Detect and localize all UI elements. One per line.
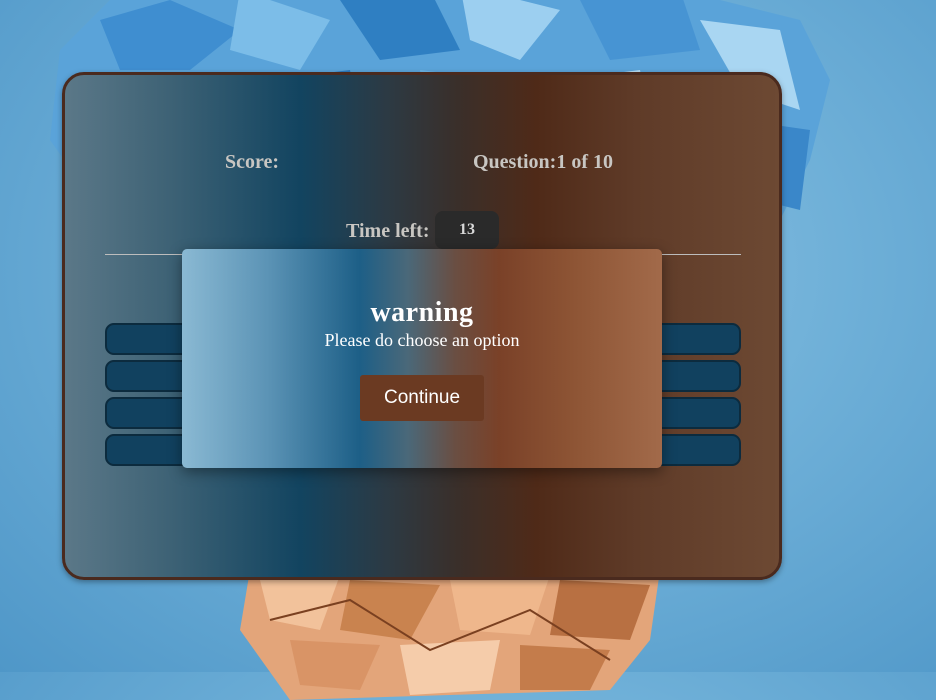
score-display: Score: [225, 151, 279, 174]
question-label: Question: [473, 151, 557, 173]
modal-title: warning [370, 297, 474, 328]
question-progress: 1 of 10 [556, 151, 614, 173]
warning-modal: warning Please do choose an option Conti… [182, 249, 662, 468]
time-left-label: Time left: [346, 220, 430, 242]
timer-box: 13 [435, 211, 499, 249]
score-label: Score: [225, 151, 280, 173]
crumpled-orange-paper [240, 570, 660, 700]
continue-button[interactable]: Continue [360, 375, 484, 421]
timer-value: 13 [459, 221, 475, 238]
modal-message: Please do choose an option [324, 330, 520, 350]
question-counter: Question:1 of 10 [473, 151, 613, 174]
